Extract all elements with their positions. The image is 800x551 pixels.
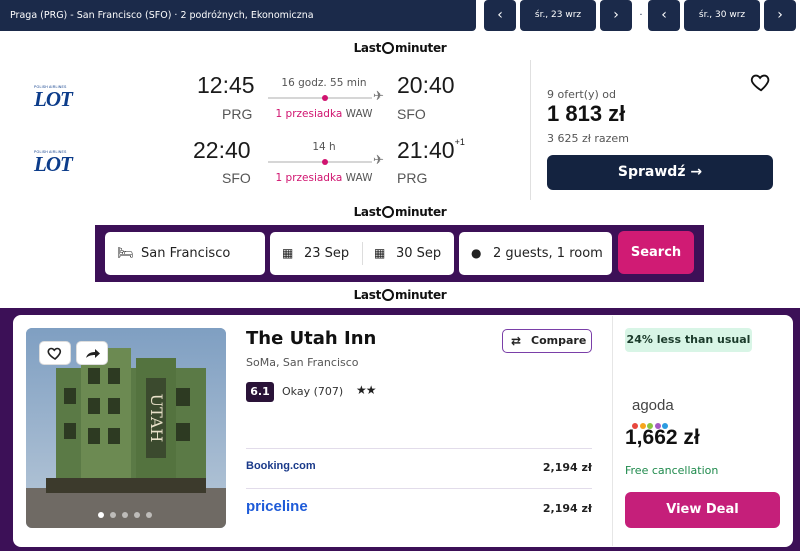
inbound-route-line — [268, 161, 372, 163]
provider-priceline-price[interactable]: 2,194 zł — [543, 502, 592, 515]
arrow-right-icon: → — [690, 164, 703, 180]
airline-logo: POLISH AIRLINES LOT — [34, 85, 73, 111]
outbound-stops: 1 przesiadka WAW — [275, 108, 373, 120]
plane-icon: ✈ — [373, 89, 384, 104]
search-button[interactable]: Search — [618, 231, 694, 274]
calendar-icon: ▦ — [282, 246, 294, 260]
inbound-depart-code: SFO — [222, 170, 251, 186]
clock-icon — [382, 206, 395, 218]
lastminuter-logo: Last minuter — [353, 288, 447, 302]
calendar-icon: ▦ — [374, 246, 386, 260]
flight-search-bar: Praga (PRG) - San Francisco (SFO) · 2 po… — [0, 0, 800, 32]
return-date[interactable]: śr., 30 wrz — [684, 0, 760, 31]
agoda-logo: agoda — [632, 397, 674, 414]
outbound-depart-code: PRG — [222, 106, 253, 122]
rating-text: Okay (707) — [282, 385, 344, 398]
deal-badge: 24% less than usual — [625, 328, 752, 352]
return-prev-button[interactable]: ‹ — [648, 0, 680, 31]
free-cancellation: Free cancellation — [625, 464, 719, 477]
rating-badge: 6.1 — [246, 382, 274, 402]
bed-icon: 🛏 — [117, 246, 134, 261]
inbound-stop-dot — [322, 159, 328, 165]
guests-field[interactable]: ● 2 guests, 1 room — [459, 232, 612, 275]
pagination-dot[interactable] — [98, 512, 104, 518]
depart-prev-button[interactable]: ‹ — [484, 0, 516, 31]
depart-next-button[interactable]: › — [600, 0, 632, 31]
star-rating: ★★ — [356, 383, 376, 397]
plane-icon: ✈ — [373, 153, 384, 168]
view-deal-button[interactable]: View Deal — [625, 492, 780, 528]
hotel-price: 1,662 zł — [625, 426, 700, 449]
pagination-dot[interactable] — [146, 512, 152, 518]
outbound-duration: 16 godz. 55 min — [281, 77, 367, 89]
inbound-arrive-code: PRG — [397, 170, 428, 186]
clock-icon — [382, 289, 395, 301]
outbound-arrive-time: 20:40 — [397, 72, 455, 98]
share-button[interactable] — [76, 341, 108, 365]
card-divider — [530, 60, 531, 200]
pagination-dot[interactable] — [122, 512, 128, 518]
lastminuter-logo: Last minuter — [353, 205, 447, 219]
outbound-arrive-code: SFO — [397, 106, 426, 122]
hotel-name[interactable]: The Utah Inn — [246, 328, 376, 349]
check-button[interactable]: Sprawdź → — [547, 155, 773, 190]
compare-icon: ⇄ — [511, 334, 522, 348]
outbound-route-line — [268, 97, 372, 99]
inbound-depart-time: 22:40 — [193, 137, 251, 163]
provider-booking[interactable]: Booking.com — [246, 460, 316, 472]
share-icon — [86, 349, 100, 358]
compare-button[interactable]: ⇄ Compare — [502, 329, 592, 353]
lastminuter-logo: Last minuter — [353, 41, 447, 55]
pagination-dot[interactable] — [110, 512, 116, 518]
outbound-stop-dot — [322, 95, 328, 101]
save-hotel-button[interactable] — [39, 341, 71, 365]
return-next-button[interactable]: › — [764, 0, 796, 31]
card-divider — [612, 316, 613, 546]
inbound-stops: 1 przesiadka WAW — [275, 172, 373, 184]
offers-count: 9 ofert(y) od — [547, 88, 617, 101]
inbound-arrive-time: 21:40+1 — [397, 137, 465, 163]
heart-icon[interactable] — [750, 71, 772, 93]
route-summary[interactable]: Praga (PRG) - San Francisco (SFO) · 2 po… — [0, 0, 476, 31]
airline-logo: POLISH AIRLINES LOT — [34, 150, 73, 176]
inbound-duration: 14 h — [312, 141, 336, 153]
divider — [246, 488, 592, 489]
hotel-location: SoMa, San Francisco — [246, 356, 359, 369]
pagination-dot[interactable] — [134, 512, 140, 518]
depart-date[interactable]: śr., 23 wrz — [520, 0, 596, 31]
outbound-depart-time: 12:45 — [197, 72, 255, 98]
flight-total: 3 625 zł razem — [547, 132, 629, 145]
clock-icon — [382, 42, 395, 54]
date-separator: · — [639, 10, 643, 21]
destination-field[interactable]: 🛏 San Francisco — [105, 232, 265, 275]
heart-icon — [47, 347, 62, 360]
flight-price: 1 813 zł — [547, 101, 626, 126]
date-field[interactable]: ▦ 23 Sep ▦ 30 Sep — [270, 232, 454, 275]
divider — [246, 448, 592, 449]
hotel-sign: UTAH — [147, 394, 166, 443]
person-icon: ● — [471, 246, 482, 260]
provider-priceline[interactable]: priceline — [246, 498, 308, 515]
provider-booking-price[interactable]: 2,194 zł — [543, 461, 592, 474]
